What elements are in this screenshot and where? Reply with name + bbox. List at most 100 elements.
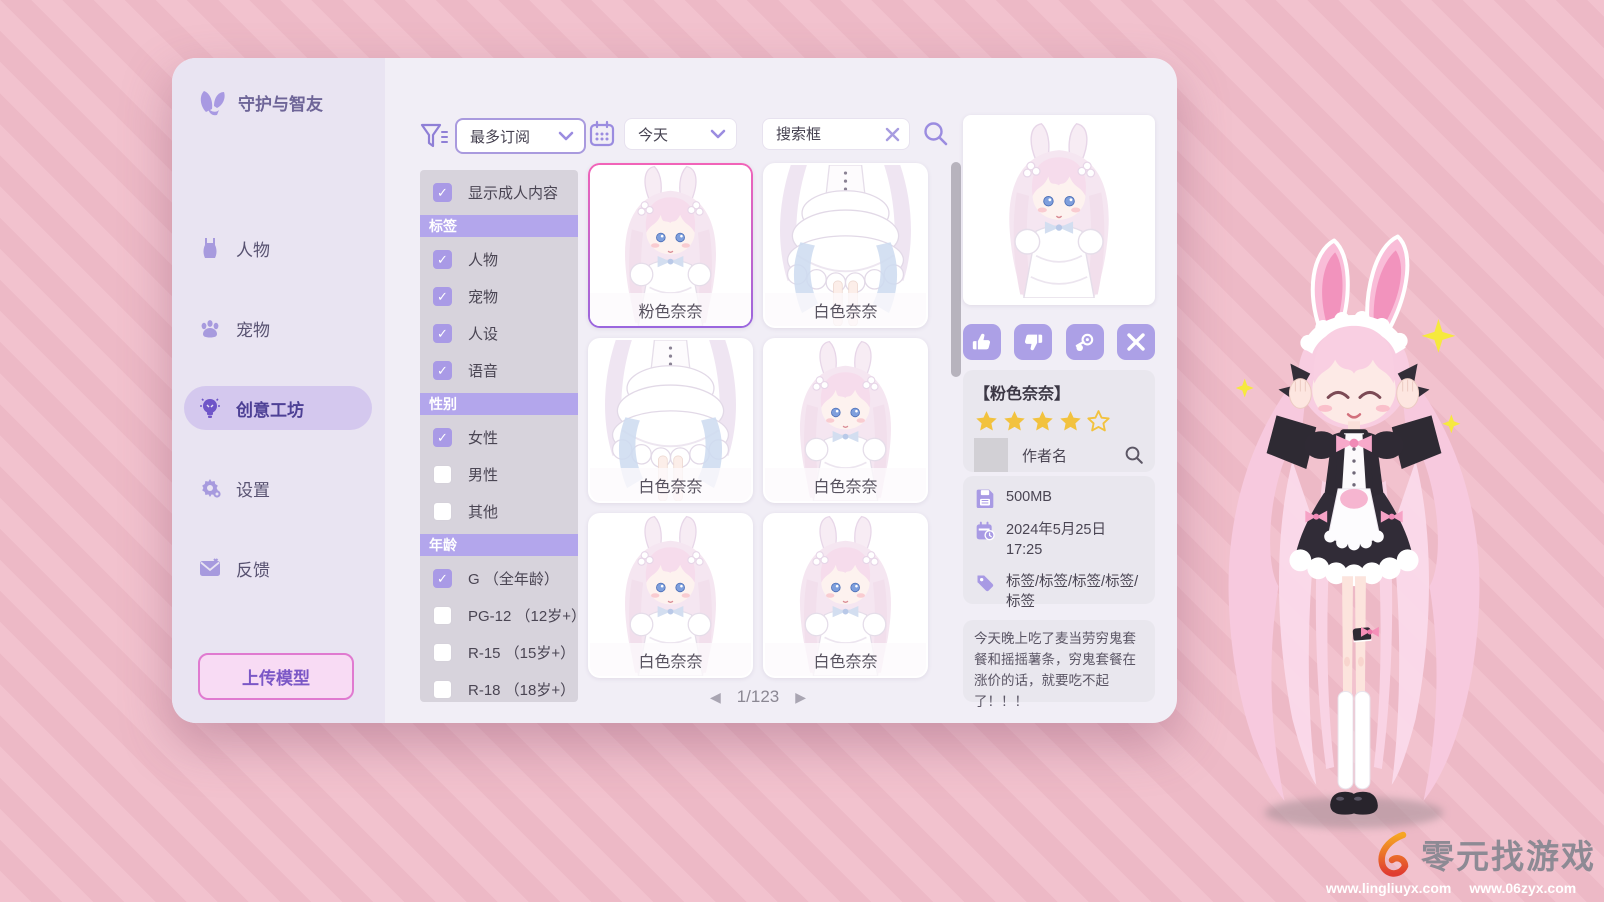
filter-checkbox-row[interactable]: ✓人物 bbox=[420, 241, 578, 278]
date-dropdown-value: 今天 bbox=[625, 124, 710, 145]
filter-checkbox-row[interactable]: PG-12 （12岁+） bbox=[420, 597, 578, 634]
sidebar-item-label: 反馈 bbox=[236, 556, 270, 581]
checkbox-unchecked[interactable] bbox=[433, 680, 452, 699]
model-card[interactable]: 白色奈奈 bbox=[763, 163, 928, 328]
filter-checkbox-row[interactable]: ✓G （全年龄） bbox=[420, 560, 578, 597]
model-preview-image bbox=[963, 115, 1155, 305]
model-title: 【粉色奈奈】 bbox=[974, 380, 1144, 404]
checkbox-checked[interactable]: ✓ bbox=[433, 361, 452, 380]
page-prev-icon[interactable]: ◀ bbox=[710, 689, 721, 706]
author-name: 作者名 bbox=[1022, 445, 1124, 466]
sort-dropdown[interactable]: 最多订阅 bbox=[455, 118, 586, 154]
checkbox-label: 显示成人内容 bbox=[468, 182, 558, 203]
author-search-icon[interactable] bbox=[1124, 445, 1144, 465]
filter-section-header: 性别 bbox=[420, 393, 578, 415]
filter-section-header: 标签 bbox=[420, 215, 578, 237]
page-next-icon[interactable]: ▶ bbox=[795, 689, 806, 706]
author-avatar[interactable] bbox=[974, 438, 1008, 472]
star-empty-icon bbox=[1086, 409, 1111, 434]
watermark: 零元找游戏 www.lingliuyx.com www.06zyx.com bbox=[1306, 830, 1596, 896]
watermark-site-name: 零元找游戏 bbox=[1421, 830, 1596, 878]
model-size: 500MB bbox=[1006, 488, 1052, 508]
model-meta-card: 500MB 2024年5月25日 17:25 标签/标 bbox=[963, 476, 1155, 604]
scrollbar-thumb[interactable] bbox=[951, 162, 961, 377]
checkbox-label: PG-12 （12岁+） bbox=[468, 605, 578, 626]
model-cards-grid: 粉色奈奈 白色奈奈 白色奈奈 白色奈奈 白色奈奈 bbox=[588, 163, 928, 678]
app-logo: 守护与智友 bbox=[198, 88, 323, 116]
checkbox-checked[interactable]: ✓ bbox=[433, 250, 452, 269]
filter-checkbox-row[interactable]: 其他 bbox=[420, 493, 578, 530]
filter-checkbox-row[interactable]: ✓女性 bbox=[420, 419, 578, 456]
checkbox-unchecked[interactable] bbox=[433, 502, 452, 521]
steam-button[interactable] bbox=[1066, 324, 1104, 360]
model-card-selected[interactable]: 粉色奈奈 bbox=[588, 163, 753, 328]
filter-checkbox-row[interactable]: R-18 （18岁+） bbox=[420, 671, 578, 702]
model-thumbnail: 白色奈奈 bbox=[590, 515, 751, 676]
date-filter-dropdown[interactable]: 今天 bbox=[624, 118, 737, 150]
sidebar-item-character[interactable]: 人物 bbox=[184, 226, 372, 270]
model-info-card: 【粉色奈奈】 作者名 bbox=[963, 370, 1155, 472]
clear-search-icon[interactable] bbox=[885, 127, 900, 142]
model-card-label: 粉色奈奈 bbox=[590, 293, 751, 326]
meta-tags-row: 标签/标签/标签/标签/标签 bbox=[974, 573, 1144, 612]
checkbox-unchecked[interactable] bbox=[433, 606, 452, 625]
meta-date-row: 2024年5月25日 17:25 bbox=[974, 521, 1144, 560]
filter-checkbox-row[interactable]: ✓宠物 bbox=[420, 278, 578, 315]
model-thumbnail: 白色奈奈 bbox=[765, 515, 926, 676]
checkbox-checked[interactable]: ✓ bbox=[433, 183, 452, 202]
checkbox-checked[interactable]: ✓ bbox=[433, 569, 452, 588]
model-card[interactable]: 白色奈奈 bbox=[763, 338, 928, 503]
sidebar-item-pet[interactable]: 宠物 bbox=[184, 306, 372, 350]
sidebar-item-settings[interactable]: 设置 bbox=[184, 466, 372, 510]
filter-checkbox-row[interactable]: R-15 （15岁+） bbox=[420, 634, 578, 671]
page-indicator: 1/123 bbox=[737, 687, 780, 707]
pagination: ◀ 1/123 ▶ bbox=[588, 687, 928, 707]
calendar-clock-icon bbox=[974, 521, 995, 560]
model-card-label: 白色奈奈 bbox=[765, 293, 926, 326]
gear-icon bbox=[198, 476, 222, 500]
tag-icon bbox=[974, 573, 995, 612]
sidebar: 守护与智友 人物 宠物 bbox=[172, 58, 385, 723]
watermark-url: www.lingliuyx.com bbox=[1326, 880, 1452, 896]
filter-panel: ✓ 显示成人内容 标签✓人物✓宠物✓人设✓语音性别✓女性男性其他年龄✓G （全年… bbox=[420, 170, 578, 702]
model-card[interactable]: 白色奈奈 bbox=[763, 513, 928, 678]
model-description: 今天晚上吃了麦当劳穷鬼套餐和摇摇薯条，穷鬼套餐在涨价的话，就要吃不起了！！！ bbox=[974, 629, 1144, 713]
paw-icon bbox=[198, 316, 222, 340]
checkbox-unchecked[interactable] bbox=[433, 643, 452, 662]
mail-icon bbox=[198, 556, 222, 580]
checkbox-checked[interactable]: ✓ bbox=[433, 428, 452, 447]
checkbox-label: R-15 （15岁+） bbox=[468, 642, 575, 663]
sidebar-item-feedback[interactable]: 反馈 bbox=[184, 546, 372, 590]
sidebar-nav: 人物 宠物 创意工坊 bbox=[184, 226, 372, 590]
model-card-label: 白色奈奈 bbox=[590, 643, 751, 676]
search-input[interactable] bbox=[763, 125, 885, 144]
meta-size-row: 500MB bbox=[974, 488, 1144, 508]
sidebar-item-workshop[interactable]: 创意工坊 bbox=[184, 386, 372, 430]
filter-checkbox-row[interactable]: ✓ 人设 bbox=[420, 315, 578, 352]
model-card-label: 白色奈奈 bbox=[765, 643, 926, 676]
model-card[interactable]: 白色奈奈 bbox=[588, 338, 753, 503]
close-preview-button[interactable] bbox=[1117, 324, 1155, 360]
watermark-url: www.06zyx.com bbox=[1469, 880, 1576, 896]
filter-checkbox-row[interactable]: ✓语音 bbox=[420, 352, 578, 389]
close-icon bbox=[1126, 332, 1146, 352]
filter-section-header: 年龄 bbox=[420, 534, 578, 556]
dress-icon bbox=[198, 236, 222, 260]
model-card[interactable]: 白色奈奈 bbox=[588, 513, 753, 678]
upload-model-button[interactable]: 上传模型 bbox=[198, 653, 354, 700]
model-thumbnail: 白色奈奈 bbox=[765, 340, 926, 501]
model-thumbnail: 白色奈奈 bbox=[590, 340, 751, 501]
checkbox-unchecked[interactable] bbox=[433, 465, 452, 484]
checkbox-label: 人设 bbox=[468, 323, 498, 344]
sort-dropdown-value: 最多订阅 bbox=[457, 126, 558, 147]
model-date: 2024年5月25日 17:25 bbox=[1006, 521, 1144, 560]
thumbs-down-button[interactable] bbox=[1014, 324, 1052, 360]
search-icon[interactable] bbox=[922, 120, 949, 147]
steam-icon bbox=[1073, 331, 1096, 354]
filter-checkbox-row-adult[interactable]: ✓ 显示成人内容 bbox=[420, 174, 578, 211]
thumbs-up-button[interactable] bbox=[963, 324, 1001, 360]
checkbox-checked[interactable]: ✓ bbox=[433, 287, 452, 306]
checkbox-checked[interactable]: ✓ bbox=[433, 324, 452, 343]
thumbs-up-icon bbox=[971, 331, 993, 353]
filter-checkbox-row[interactable]: 男性 bbox=[420, 456, 578, 493]
